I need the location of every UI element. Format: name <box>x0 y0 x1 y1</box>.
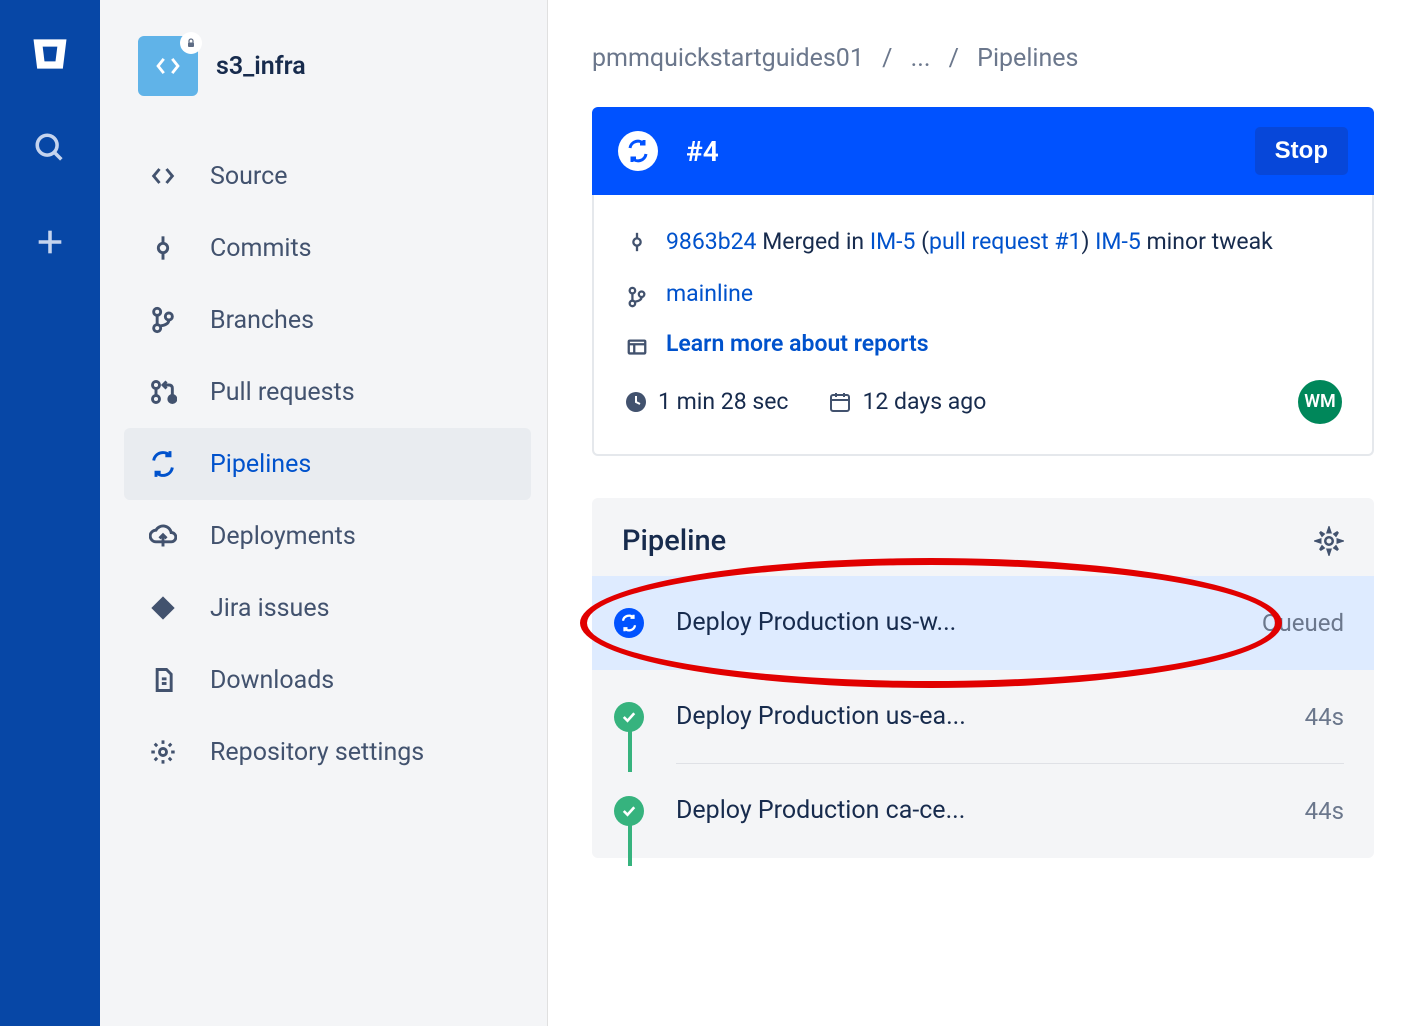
stage-status: 44s <box>1305 703 1344 731</box>
source-icon <box>148 161 178 191</box>
success-icon <box>614 796 644 826</box>
sidebar-item-jira-issues[interactable]: Jira issues <box>124 572 531 644</box>
main-content: pmmquickstartguides01 / ... / Pipelines … <box>548 0 1410 1026</box>
reports-link[interactable]: Learn more about reports <box>666 330 929 357</box>
nav-label: Branches <box>210 306 314 335</box>
repo-icon <box>138 36 198 96</box>
age: 12 days ago <box>862 388 986 415</box>
branch-icon <box>624 284 650 310</box>
repo-header[interactable]: s3_infra <box>124 36 531 96</box>
search-icon[interactable] <box>26 124 74 172</box>
issue-link[interactable]: IM-5 <box>870 228 916 255</box>
jira-icon <box>148 593 178 623</box>
build-number: #4 <box>686 135 1255 168</box>
create-icon[interactable] <box>26 218 74 266</box>
nav-label: Downloads <box>210 666 334 695</box>
pipeline-stage-row[interactable]: Deploy Production us-w... Queued <box>592 576 1374 670</box>
nav-label: Pipelines <box>210 450 311 479</box>
commit-icon <box>624 229 650 255</box>
sidebar-item-downloads[interactable]: Downloads <box>124 644 531 716</box>
commit-icon <box>148 233 178 263</box>
stage-name: Deploy Production us-w... <box>676 608 1262 637</box>
breadcrumb-sep: / <box>949 44 959 73</box>
nav-label: Source <box>210 162 287 191</box>
nav-label: Deployments <box>210 522 356 551</box>
reports-row: Learn more about reports <box>624 330 1342 360</box>
pipeline-title: Pipeline <box>622 524 1314 558</box>
bitbucket-logo-icon[interactable] <box>26 30 74 78</box>
pipelines-icon <box>148 449 178 479</box>
calendar-icon <box>828 390 852 414</box>
sidebar-item-source[interactable]: Source <box>124 140 531 212</box>
sidebar-item-pull-requests[interactable]: Pull requests <box>124 356 531 428</box>
running-icon <box>614 608 644 638</box>
reports-icon <box>624 334 650 360</box>
pipeline-stage-row[interactable]: Deploy Production ca-ce... 44s <box>592 764 1374 858</box>
stop-button[interactable]: Stop <box>1255 127 1348 175</box>
gear-icon[interactable] <box>1314 526 1344 556</box>
stage-status: 44s <box>1305 797 1344 825</box>
branch-icon <box>148 305 178 335</box>
pull-request-icon <box>148 377 178 407</box>
pipeline-section: Pipeline Deploy Production us-w... Queue… <box>592 498 1374 858</box>
global-rail <box>0 0 100 1026</box>
branch-link[interactable]: mainline <box>666 280 753 307</box>
avatar[interactable]: WM <box>1298 380 1342 424</box>
success-icon <box>614 702 644 732</box>
breadcrumb: pmmquickstartguides01 / ... / Pipelines <box>592 44 1374 73</box>
meta-row: 1 min 28 sec 12 days ago WM <box>624 380 1342 424</box>
nav-label: Commits <box>210 234 312 263</box>
breadcrumb-mid[interactable]: ... <box>911 44 931 73</box>
deployments-icon <box>148 521 178 551</box>
sidebar-item-repo-settings[interactable]: Repository settings <box>124 716 531 788</box>
build-info: 9863b24 Merged in IM-5 (pull request #1)… <box>592 195 1374 456</box>
pipeline-header: Pipeline <box>592 498 1374 576</box>
running-icon <box>618 131 658 171</box>
sidebar-item-commits[interactable]: Commits <box>124 212 531 284</box>
breadcrumb-current[interactable]: Pipelines <box>977 44 1078 73</box>
commit-message: 9863b24 Merged in IM-5 (pull request #1)… <box>666 225 1273 260</box>
repo-name: s3_infra <box>216 52 306 81</box>
settings-icon <box>148 737 178 767</box>
stage-name: Deploy Production ca-ce... <box>676 796 1305 825</box>
breadcrumb-sep: / <box>882 44 892 73</box>
nav-label: Pull requests <box>210 378 355 407</box>
downloads-icon <box>148 665 178 695</box>
stage-list: Deploy Production us-w... Queued Deploy … <box>592 576 1374 858</box>
nav-label: Repository settings <box>210 738 424 767</box>
nav-label: Jira issues <box>210 594 329 623</box>
pipeline-stage-row[interactable]: Deploy Production us-ea... 44s <box>592 670 1374 764</box>
sidebar-item-branches[interactable]: Branches <box>124 284 531 356</box>
clock-icon <box>624 390 648 414</box>
commit-row: 9863b24 Merged in IM-5 (pull request #1)… <box>624 225 1342 260</box>
stage-name: Deploy Production us-ea... <box>676 702 1305 731</box>
pr-link[interactable]: pull request #1 <box>929 228 1081 255</box>
sidebar-item-deployments[interactable]: Deployments <box>124 500 531 572</box>
breadcrumb-workspace[interactable]: pmmquickstartguides01 <box>592 44 864 73</box>
sidebar-item-pipelines[interactable]: Pipelines <box>124 428 531 500</box>
issue-link-2[interactable]: IM-5 <box>1095 228 1141 255</box>
repo-sidebar: s3_infra Source Commits Branches Pull re… <box>100 0 548 1026</box>
duration: 1 min 28 sec <box>658 388 788 415</box>
build-header: #4 Stop <box>592 107 1374 195</box>
lock-icon <box>180 32 202 54</box>
stage-status: Queued <box>1262 609 1344 637</box>
branch-row: mainline <box>624 280 1342 310</box>
commit-hash-link[interactable]: 9863b24 <box>666 228 756 255</box>
